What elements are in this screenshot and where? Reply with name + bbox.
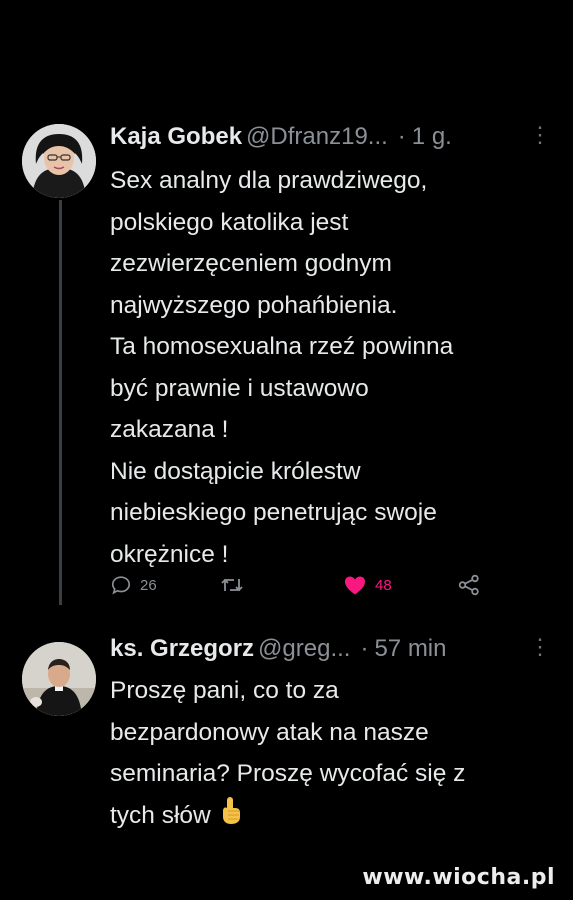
profile-photo-icon: [22, 124, 96, 198]
tweet-body: Proszę pani, co to za bezpardonowy atak …: [110, 670, 550, 838]
retweet-button[interactable]: [220, 574, 244, 596]
watermark: www.wiocha.pl: [362, 865, 555, 890]
more-options-icon[interactable]: ⋮: [529, 122, 551, 148]
tweet-body-text: Proszę pani, co to za bezpardonowy atak …: [110, 677, 466, 829]
tweet-text: Proszę pani, co to za bezpardonowy atak …: [110, 670, 550, 838]
tweet-body: Sex analny dla prawdziwego, polskiego ka…: [110, 167, 454, 568]
like-count: 48: [375, 576, 392, 594]
tweet-header: Kaja Gobek @Dfranz19... · 1 g. ⋮: [110, 120, 553, 154]
timestamp[interactable]: 1 g.: [412, 123, 452, 151]
thread-line: [59, 200, 62, 605]
author-handle[interactable]: @greg...: [258, 635, 350, 663]
more-options-icon[interactable]: ⋮: [529, 634, 551, 660]
avatar[interactable]: [22, 642, 96, 716]
share-button[interactable]: [457, 574, 481, 596]
author-name[interactable]: ks. Grzegorz: [110, 635, 254, 663]
tweet-header: ks. Grzegorz @greg... · 57 min ⋮: [110, 632, 553, 666]
like-button[interactable]: 48: [343, 574, 392, 596]
tweet-text: Sex analny dla prawdziwego, polskiego ka…: [110, 160, 550, 575]
avatar[interactable]: [22, 124, 96, 198]
reply-count: 26: [140, 576, 157, 594]
heart-icon: [345, 576, 365, 595]
reply-button[interactable]: 26: [110, 574, 157, 596]
separator-dot: ·: [360, 635, 369, 662]
tweet-actions: 26 48: [110, 574, 500, 604]
share-icon: [458, 574, 479, 596]
reply-icon: [111, 576, 131, 595]
retweet-icon: [221, 578, 243, 592]
author-handle[interactable]: @Dfranz19...: [246, 123, 388, 151]
author-name[interactable]: Kaja Gobek: [110, 123, 242, 151]
profile-photo-icon: [22, 642, 96, 716]
pointing-up-hand-icon: [219, 795, 243, 839]
timestamp[interactable]: 57 min: [374, 635, 446, 663]
separator-dot: ·: [397, 123, 406, 150]
